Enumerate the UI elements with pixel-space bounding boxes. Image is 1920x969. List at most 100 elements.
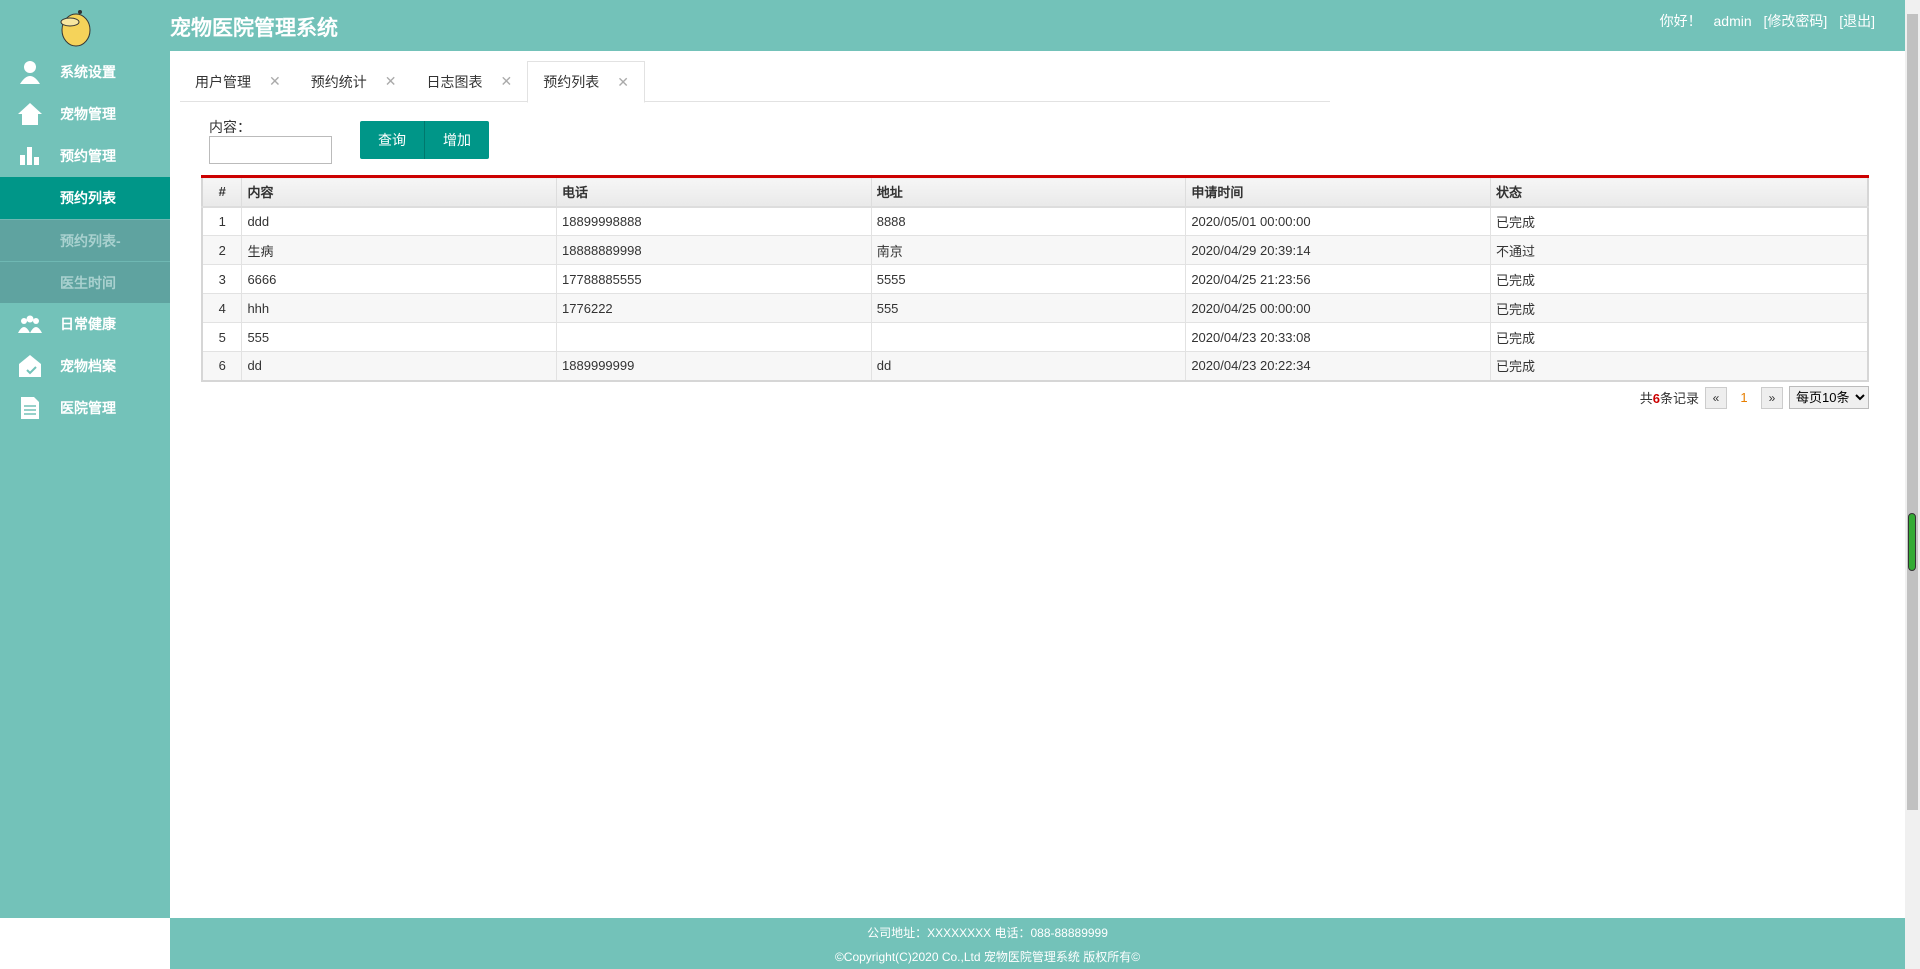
table-cell: 2020/04/29 20:39:14 (1185, 235, 1491, 265)
tab-user-management[interactable]: 用户管理 ✕ (180, 61, 296, 102)
table-header-row: # 内容 电话 地址 申请时间 状态 (202, 176, 1869, 208)
top-header: 宠物医院管理系统 你好！ admin [修改密码] [退出] (0, 0, 1905, 51)
sidebar-item-hospital-management[interactable]: 医院管理 (0, 387, 170, 429)
record-count: 共6条记录 (1640, 388, 1699, 407)
table-cell: 2020/04/25 21:23:56 (1185, 264, 1491, 294)
home-icon (0, 103, 60, 125)
count-prefix: 共 (1639, 391, 1653, 406)
table-row[interactable]: 6 dd 1889999999 dd 2020/04/23 20:22:34 已完成 (202, 351, 1869, 381)
username: admin (1713, 13, 1752, 29)
add-button[interactable]: 增加 (424, 121, 489, 159)
content-label: 内容： (209, 119, 251, 135)
next-page-button[interactable]: » (1761, 386, 1783, 409)
sidebar-item-doctor-time[interactable]: 医生时间 (0, 261, 170, 303)
sidebar-item-pet-records[interactable]: 宠物档案 (0, 345, 170, 387)
group-icon (0, 315, 60, 333)
duck-logo-icon (60, 10, 91, 47)
table-cell: 已完成 (1490, 322, 1869, 352)
sidebar-item-daily-health[interactable]: 日常健康 (0, 303, 170, 345)
table-cell: dd (871, 351, 1187, 381)
query-button[interactable]: 查询 (360, 121, 424, 159)
table-row[interactable]: 4 hhh 1776222 555 2020/04/25 00:00:00 已完成 (202, 293, 1869, 323)
table-cell: 3 (202, 264, 243, 294)
sidebar-item-system-settings[interactable]: 系统设置 (0, 51, 170, 93)
sidebar-item-label: 宠物档案 (60, 358, 116, 374)
table-row[interactable]: 1 ddd 18899998888 8888 2020/05/01 00:00:00 已完… (202, 206, 1869, 236)
sidebar-item-label: 系统设置 (60, 64, 116, 80)
scrollbar-thumb[interactable] (1907, 14, 1918, 810)
table-cell: hhh (241, 293, 558, 323)
tab-appointment-stats[interactable]: 预约统计 ✕ (296, 61, 412, 102)
tab-label: 预约统计 (310, 73, 367, 90)
column-header: 地址 (871, 176, 1187, 208)
prev-page-button[interactable]: « (1705, 386, 1727, 409)
footer-copyright: ©Copyright(C)2020 Co.,Ltd 宠物医院管理系统 版权所有© (834, 950, 1141, 964)
column-header: 电话 (556, 176, 872, 208)
main-content: 用户管理 ✕ 预约统计 ✕ 日志图表 ✕ 预约列表 ✕ 内容： 查询 增加 # 内容 电话地… (170, 51, 1905, 918)
column-header: 状态 (1490, 176, 1869, 208)
content-search-input[interactable] (209, 136, 332, 164)
footer-address: 公司地址：XXXXXXXX 电话：088-88889999 (867, 926, 1108, 940)
action-buttons: 查询 增加 (360, 121, 489, 159)
sidebar-item-label: 预约管理 (60, 148, 116, 164)
table-cell (556, 322, 872, 352)
table-cell: 555 (871, 293, 1187, 323)
sidebar-item-label: 预约列表 (60, 190, 116, 206)
tab-appointment-list[interactable]: 预约列表 ✕ (527, 61, 645, 103)
bar-chart-icon (0, 147, 60, 165)
table-cell: 2 (202, 235, 243, 265)
table-row[interactable]: 3 6666 17788885555 5555 2020/04/25 21:23:56 已… (202, 264, 1869, 294)
pagination: 共6条记录 « 1 » 每页10条 (1640, 386, 1869, 409)
close-icon[interactable]: ✕ (269, 73, 281, 90)
table-cell: 4 (202, 293, 243, 323)
table-cell (871, 322, 1187, 352)
close-icon[interactable]: ✕ (385, 73, 397, 90)
table-cell: 18888889998 (556, 235, 872, 265)
table-row[interactable]: 2 生病 18888889998 南京 2020/04/29 20:39:14 不通过 (202, 235, 1869, 265)
scroll-widget-icon (1908, 513, 1916, 571)
table-cell: 2020/05/01 00:00:00 (1185, 206, 1491, 236)
page-scrollbar[interactable] (1905, 0, 1920, 969)
current-page[interactable]: 1 (1733, 390, 1755, 405)
table-cell: dd (241, 351, 558, 381)
logout-link[interactable]: [退出] (1839, 13, 1875, 29)
table-cell: 2020/04/23 20:22:34 (1185, 351, 1491, 381)
column-header: 内容 (241, 176, 558, 208)
table-row[interactable]: 5 555 2020/04/23 20:33:08 已完成 (202, 322, 1869, 352)
table-cell: 1889999999 (556, 351, 872, 381)
tab-log-chart[interactable]: 日志图表 ✕ (411, 61, 527, 102)
close-icon[interactable]: ✕ (617, 74, 629, 91)
column-header: # (202, 176, 243, 208)
sidebar-item-label: 医生时间 (60, 274, 116, 291)
sidebar-item-label: 宠物管理 (60, 106, 116, 122)
document-icon (0, 397, 60, 419)
app-title: 宠物医院管理系统 (170, 17, 338, 40)
table-cell: 已完成 (1490, 293, 1869, 323)
close-icon[interactable]: ✕ (500, 73, 512, 90)
sidebar-item-appointment-list[interactable]: 预约列表 (0, 177, 170, 219)
sidebar-item-appointment-management[interactable]: 预约管理 (0, 135, 170, 177)
sidebar-item-label: 日常健康 (60, 316, 116, 332)
table-cell: 5555 (871, 264, 1187, 294)
table-cell: 6 (202, 351, 243, 381)
greeting: 你好！ (1659, 13, 1702, 29)
user-bar: 你好！ admin [修改密码] [退出] (1652, 11, 1875, 31)
sidebar-item-label: 预约列表- (60, 232, 121, 249)
table-cell: 生病 (241, 235, 558, 265)
table-cell: 已完成 (1490, 351, 1869, 381)
table-cell: 555 (241, 322, 558, 352)
sidebar-item-appointment-list-2[interactable]: 预约列表- (0, 219, 170, 261)
table-cell: 已完成 (1490, 206, 1869, 236)
tab-label: 日志图表 (426, 73, 483, 90)
table-cell: 1 (202, 206, 243, 236)
page-size-select[interactable]: 每页10条 (1789, 386, 1869, 409)
table-cell: ddd (241, 206, 558, 236)
count-suffix: 条记录 (1659, 391, 1699, 406)
tab-label: 用户管理 (195, 73, 251, 90)
sidebar-item-pet-management[interactable]: 宠物管理 (0, 93, 170, 135)
table-cell: 已完成 (1490, 264, 1869, 294)
sidebar-item-label: 医院管理 (60, 400, 116, 416)
table-cell: 17788885555 (556, 264, 872, 294)
change-password-link[interactable]: [修改密码] (1764, 13, 1828, 29)
pet-record-icon (0, 355, 60, 377)
